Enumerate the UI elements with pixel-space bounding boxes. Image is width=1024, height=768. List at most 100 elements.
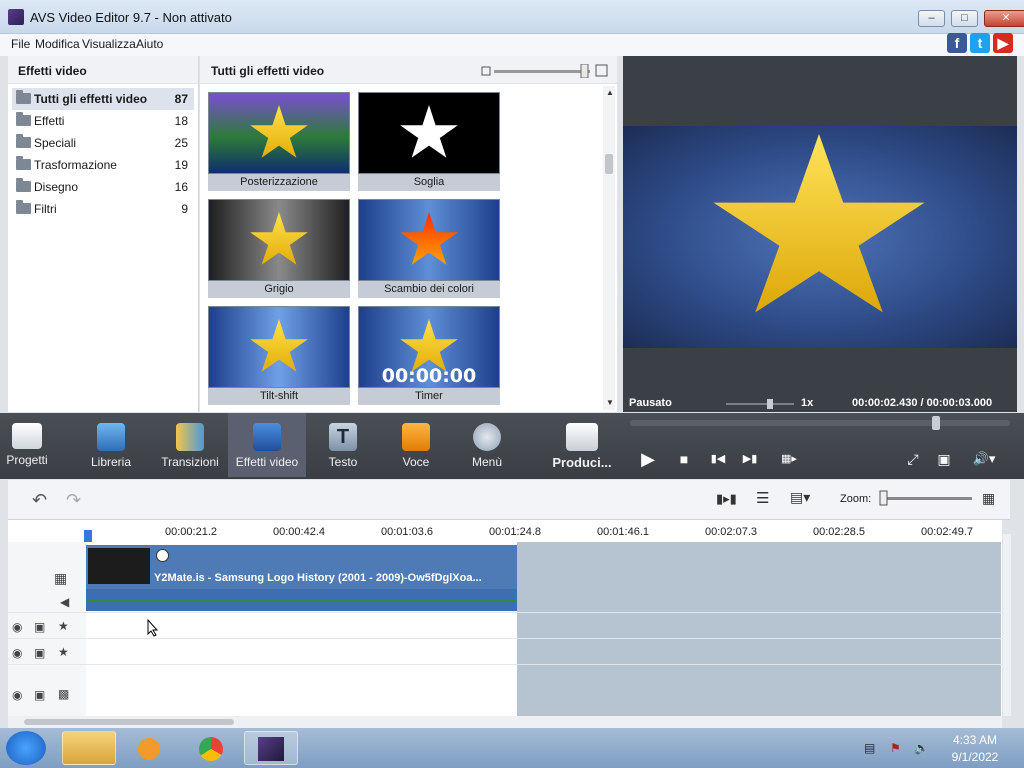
track-visibility-eye-icon[interactable]: ◉ [12,646,22,660]
clip-thumbnail [88,548,150,584]
scroll-down-icon[interactable]: ▼ [606,398,614,407]
facebook-icon[interactable]: f [947,33,967,53]
twitter-icon[interactable]: t [970,33,990,53]
speed-slider[interactable] [726,399,794,409]
effect-thumbnail [208,306,350,388]
ruler-tick-label: 00:01:46.1 [597,526,649,538]
category-count: 16 [174,180,188,194]
total-time: 00:00:03.000 [926,397,993,409]
category-special[interactable]: Speciali 25 [12,132,194,154]
ruler-tick-label: 00:01:03.6 [381,526,433,538]
start-orb-icon[interactable] [6,731,46,765]
thumbnail-size-slider[interactable] [480,64,610,78]
preview-video[interactable] [623,126,1017,348]
effect-tile-gray[interactable]: Grigio [208,199,350,299]
track-lock-icon[interactable]: ▣ [34,688,45,702]
snapshot-camera-icon[interactable]: ▣ [934,449,954,469]
track-lock-icon[interactable]: ▣ [34,620,45,634]
library-button[interactable]: Libreria [86,413,136,477]
fit-timeline-icon[interactable]: ▦ [982,490,995,507]
media-player-taskbar-icon[interactable] [122,731,176,765]
volume-tray-icon[interactable]: 🔈 [914,741,929,755]
audio-waveform [86,589,517,611]
category-label: Filtri [34,202,57,216]
effect-tile-threshold[interactable]: Soglia [358,92,500,192]
effect-thumbnail [358,199,500,281]
toolbar-label: Progetti [6,453,48,467]
transition-icon [176,423,204,451]
playback-position-knob[interactable] [932,416,940,430]
menu-bar: File Modifica Visualizza Aiuto [0,34,1024,56]
scroll-thumb[interactable] [24,719,234,725]
minimize-button[interactable]: – [918,10,945,27]
effect-tile-tilt-shift[interactable]: Tilt-shift [208,306,350,406]
timeline-vertical-scrollbar[interactable] [1003,534,1011,716]
system-clock[interactable]: 4:33 AM 9/1/2022 [940,733,1010,764]
track-lock-icon[interactable]: ▣ [34,646,45,660]
category-effects[interactable]: Effetti 18 [12,110,194,132]
storyboard-toggle-icon[interactable]: ▮▸▮ [716,491,737,507]
effect-caption: Timer [358,388,500,405]
transitions-button[interactable]: Transizioni [160,413,220,477]
youtube-icon[interactable]: ▶ [993,33,1013,53]
effect-tile-color-swap[interactable]: Scambio dei colori [358,199,500,299]
text-button[interactable]: T Testo [322,413,364,477]
menu-disc-button[interactable]: Menù [466,413,508,477]
menu-edit[interactable]: Modifica [35,37,80,51]
zoom-slider[interactable] [878,490,974,506]
scroll-thumb[interactable] [605,154,613,174]
category-drawing[interactable]: Disegno 16 [12,176,194,198]
time-readout: 00:00:02.430 / 00:00:03.000 [852,397,992,409]
redo-icon[interactable]: ↷ [66,490,81,511]
playback-position-slider[interactable] [630,416,1010,430]
category-header: Effetti video [8,56,198,84]
chrome-taskbar-icon[interactable] [184,731,238,765]
video-effects-button[interactable]: Effetti video [228,413,306,477]
track-separator [8,612,1002,613]
produce-button[interactable]: Produci... [551,413,613,477]
network-tray-icon[interactable]: ▤ [864,741,875,755]
menu-file[interactable]: File [11,37,30,51]
close-button[interactable]: ✕ [984,10,1024,27]
title-bar: AVS Video Editor 9.7 - Non attivato [0,0,1024,34]
folder-icon [16,156,31,170]
action-center-tray-icon[interactable]: ⚑ [890,741,901,755]
audio-mixer-icon[interactable]: ☰ [756,489,769,507]
audio-mute-icon[interactable]: ◀ [60,595,69,609]
previous-frame-icon[interactable]: ▮◀ [708,449,728,469]
projects-button[interactable]: Progetti [4,413,50,477]
category-filters[interactable]: Filtri 9 [12,198,194,220]
category-count: 19 [174,158,188,172]
effect-tile-timer[interactable]: 00:00:00 Timer [358,306,500,406]
category-transformation[interactable]: Trasformazione 19 [12,154,194,176]
star-thumbnail-icon [250,212,308,265]
menu-view[interactable]: Visualizza [82,37,136,51]
effects-scrollbar[interactable]: ▲ ▼ [603,86,615,410]
speed-label: 1x [801,397,814,409]
effect-caption: Posterizzazione [208,174,350,191]
play-icon[interactable]: ▶ [638,449,658,469]
track-visibility-eye-icon[interactable]: ◉ [12,688,22,702]
stop-icon[interactable]: ■ [674,449,694,469]
timeline-horizontal-scrollbar[interactable] [8,716,1002,728]
effect-thumbnail [358,92,500,174]
volume-icon[interactable]: 🔊▾ [966,449,1002,469]
filmstrip-icon [97,423,125,451]
track-visibility-eye-icon[interactable]: ◉ [12,620,22,634]
undo-icon[interactable]: ↶ [32,490,47,511]
next-frame-icon[interactable]: ▶▮ [740,449,760,469]
avs-editor-taskbar-icon[interactable] [244,731,298,765]
maximize-button[interactable]: □ [951,10,978,27]
video-clip[interactable]: Y2Mate.is - Samsung Logo History (2001 -… [86,545,517,611]
explorer-taskbar-icon[interactable] [62,731,116,765]
category-all-effects[interactable]: Tutti gli effetti video 87 [12,88,194,110]
split-icon[interactable]: ▦▸ [778,449,800,469]
fullscreen-icon[interactable]: ⤢ [903,449,923,469]
playhead-marker[interactable] [84,530,92,542]
display-settings-icon[interactable]: ▤▾ [790,489,810,506]
scroll-up-icon[interactable]: ▲ [606,88,614,97]
menu-help[interactable]: Aiuto [136,37,163,51]
toolbar-label: Effetti video [235,455,299,469]
voice-button[interactable]: Voce [395,413,437,477]
effect-tile-posterize[interactable]: Posterizzazione [208,92,350,192]
